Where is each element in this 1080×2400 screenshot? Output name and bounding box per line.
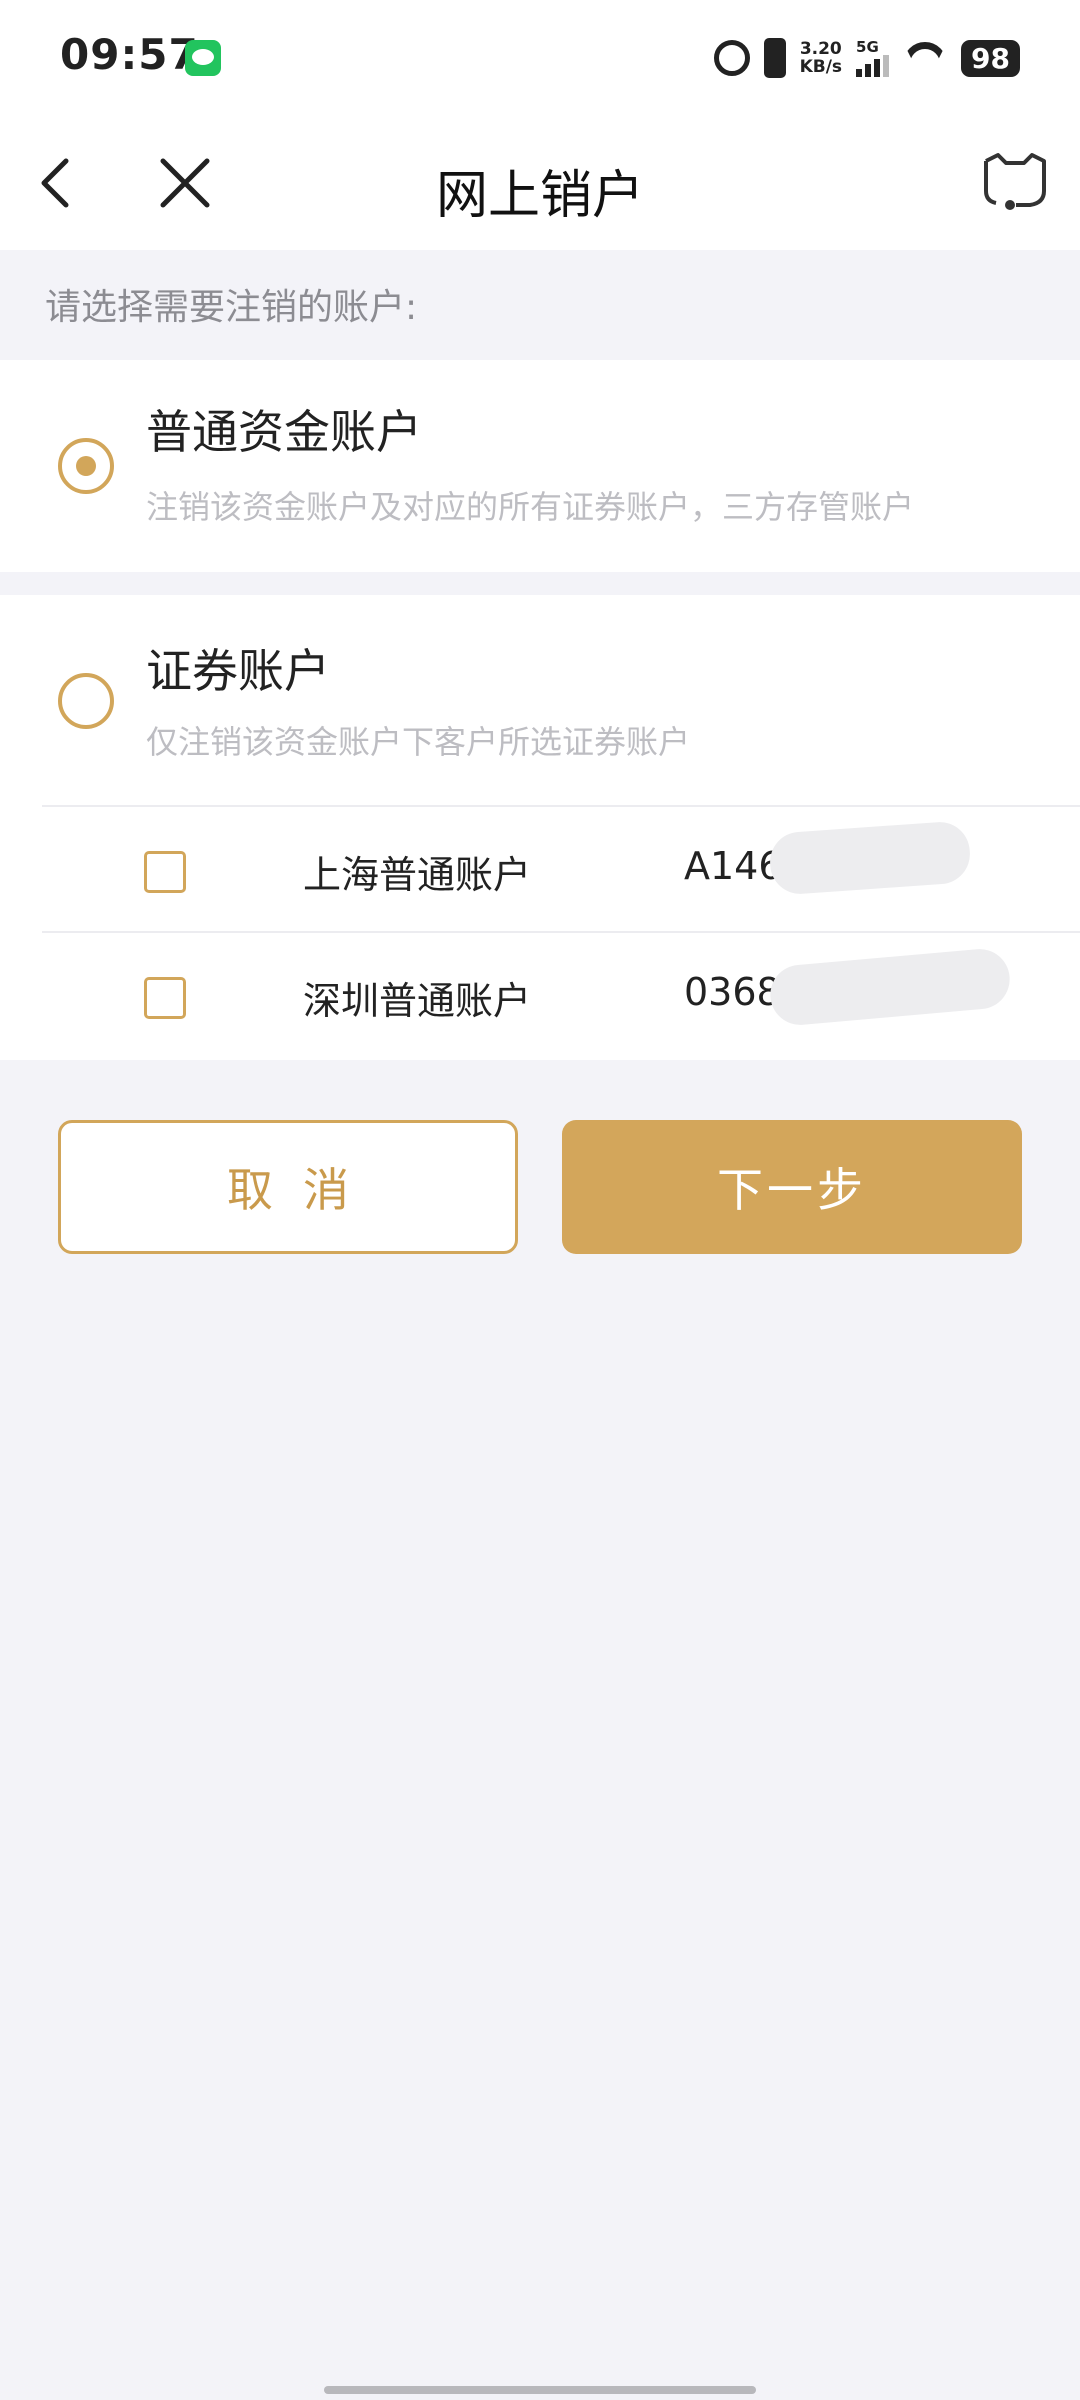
page-title: 网上销户 [435,166,644,226]
radio-securities-account[interactable] [58,673,114,729]
wechat-notification-icon [185,40,221,76]
nav-bar: 网上销户 [0,115,1080,250]
redaction-mask [767,946,1013,1028]
network-speed-value: 3.20 [799,39,842,59]
customer-service-icon[interactable] [980,151,1050,213]
checkbox-sz-account[interactable] [144,977,186,1019]
option-securities-account[interactable]: 证券账户 仅注销该资金账户下客户所选证券账户 上海普通账户 A146 深圳普通账… [0,595,1080,1060]
status-time: 09:57 [60,30,199,79]
divider [42,931,1080,933]
wifi-icon [903,42,947,74]
account-name: 深圳普通账户 [303,979,532,1023]
status-icons: 3.20 KB/s 5G 98 [713,34,1020,82]
account-number: 0368 [684,970,781,1014]
battery-level: 98 [961,39,1020,77]
option-fund-desc: 注销该资金账户及对应的所有证券账户，三方存管账户 [146,488,915,526]
cellular-signal: 5G [856,37,890,77]
network-speed: 3.20 KB/s [800,40,842,76]
option-fund-title: 普通资金账户 [146,405,422,459]
next-step-button[interactable]: 下一步 [562,1120,1022,1254]
redaction-mask [768,820,972,896]
alarm-icon [713,40,750,76]
status-bar: 09:57 3.20 KB/s 5G 98 [0,0,1080,115]
cancel-button[interactable]: 取消 [58,1120,518,1254]
home-indicator[interactable] [324,2386,756,2394]
network-speed-unit: KB/s [799,57,843,77]
account-name: 上海普通账户 [303,853,532,897]
option-securities-desc: 仅注销该资金账户下客户所选证券账户 [146,723,691,761]
option-securities-title: 证券账户 [146,644,330,698]
network-type: 5G [856,37,879,56]
section-prompt: 请选择需要注销的账户: [45,287,418,328]
divider [42,805,1080,807]
signal-bars-icon [856,54,890,77]
vibrate-icon [763,38,786,78]
account-number: A146 [684,844,783,888]
option-fund-account[interactable]: 普通资金账户 注销该资金账户及对应的所有证券账户，三方存管账户 [0,360,1080,572]
checkbox-sh-account[interactable] [144,851,186,893]
radio-fund-account[interactable] [58,438,114,494]
